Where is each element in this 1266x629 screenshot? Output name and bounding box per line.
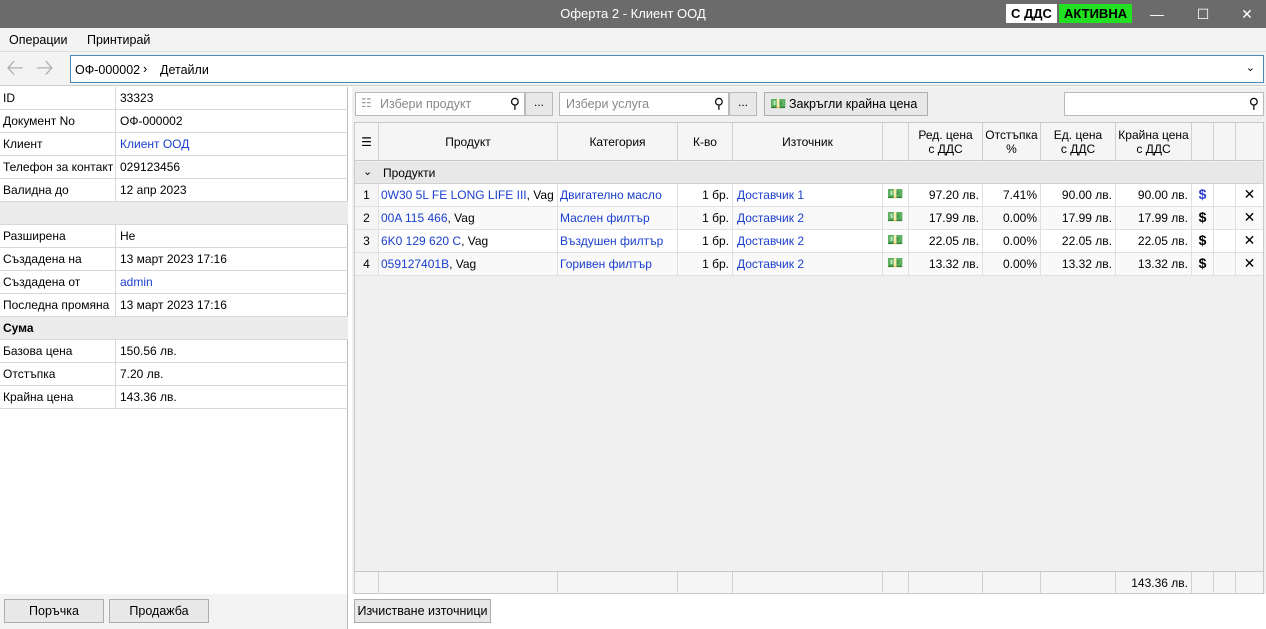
collapse-chevron-icon[interactable]: ⌄ xyxy=(363,165,372,178)
grid-footer: 143.36 лв. xyxy=(355,571,1263,594)
product-link[interactable]: 00A 115 466 xyxy=(381,211,448,225)
col-category[interactable]: Категория xyxy=(558,123,678,161)
detail-row: Отстъпка 7.20 лв. xyxy=(0,363,348,386)
source-link[interactable]: Доставчик 1 xyxy=(733,184,883,206)
delete-icon[interactable]: ✕ xyxy=(1236,207,1263,229)
maximize-button[interactable]: ☐ xyxy=(1180,0,1226,28)
col-source[interactable]: Източник xyxy=(733,123,883,161)
search-icon[interactable]: ⚲ xyxy=(510,95,520,112)
col-unit-price[interactable]: Ед. цена с ДДС xyxy=(1041,123,1116,161)
category-link[interactable]: Въздушен филтър xyxy=(558,230,678,252)
price-tag-icon[interactable]: 💵 xyxy=(883,230,909,252)
dollar-icon[interactable]: $ xyxy=(1192,253,1214,275)
grid-search-input[interactable]: ⚲ xyxy=(1064,92,1264,116)
right-footer: Изчистване източници xyxy=(352,594,1266,629)
detail-row: Базова цена 150.56 лв. xyxy=(0,340,348,363)
order-button[interactable]: Поръчка xyxy=(4,599,104,623)
product-link[interactable]: 0W30 5L FE LONG LIFE III xyxy=(381,188,527,202)
price-tag-icon[interactable]: 💵 xyxy=(883,184,909,206)
service-search-input[interactable]: Избери услуга ⚲ xyxy=(559,92,729,116)
sale-button[interactable]: Продажба xyxy=(109,599,209,623)
menu-print[interactable]: Принтирай xyxy=(87,33,150,47)
money-icon: 💵 xyxy=(770,96,787,111)
chevron-right-icon: › xyxy=(143,61,148,76)
delete-icon[interactable]: ✕ xyxy=(1236,184,1263,206)
product-search-input[interactable]: ☷ Избери продукт ⚲ xyxy=(355,92,525,116)
col-discount[interactable]: Отстъпка % xyxy=(983,123,1041,161)
minimize-button[interactable]: — xyxy=(1134,0,1180,28)
col-action1 xyxy=(1192,123,1214,161)
source-link[interactable]: Доставчик 2 xyxy=(733,207,883,229)
clear-sources-button[interactable]: Изчистване източници xyxy=(354,599,491,623)
table-row[interactable]: 3 6K0 129 620 C, Vag Въздушен филтър 1 б… xyxy=(355,230,1263,253)
detail-row: Крайна цена 143.36 лв. xyxy=(0,386,348,409)
detail-row: Разширена Не xyxy=(0,225,348,248)
category-link[interactable]: Маслен филтър xyxy=(558,207,678,229)
detail-row: Последна промяна 13 март 2023 17:16 xyxy=(0,294,348,317)
dollar-icon[interactable]: $ xyxy=(1192,207,1214,229)
menu-operations[interactable]: Операции xyxy=(9,33,67,47)
table-row[interactable]: 1 0W30 5L FE LONG LIFE III, Vag Двигател… xyxy=(355,184,1263,207)
search-icon[interactable]: ⚲ xyxy=(714,95,724,112)
table-row[interactable]: 2 00A 115 466, Vag Маслен филтър 1 бр. Д… xyxy=(355,207,1263,230)
dollar-icon[interactable]: $ xyxy=(1192,184,1214,206)
barcode-icon: ☷ xyxy=(361,96,372,110)
sum-group-header: Сума xyxy=(0,317,348,340)
dollar-icon[interactable]: $ xyxy=(1192,230,1214,252)
left-footer: Поръчка Продажба xyxy=(0,594,348,629)
products-grid: ☰ Продукт Категория К-во Източник Ред. ц… xyxy=(354,122,1264,594)
column-chooser-icon[interactable]: ☰ xyxy=(355,123,379,161)
detail-row: Създадена от admin xyxy=(0,271,348,294)
service-more-button[interactable]: ... xyxy=(729,92,757,116)
details-panel: ID 33323 Документ No ОФ-000002 Клиент Клиен… xyxy=(0,87,348,594)
detail-row: Телефон за контакт 029123456 xyxy=(0,156,348,179)
col-action3 xyxy=(1236,123,1263,161)
search-icon[interactable]: ⚲ xyxy=(1249,95,1259,112)
col-product[interactable]: Продукт xyxy=(379,123,558,161)
title-bar: Оферта 2 - Клиент ООД С ДДС АКТИВНА — ☐ … xyxy=(0,0,1266,28)
col-icon xyxy=(883,123,909,161)
product-link[interactable]: 6K0 129 620 C xyxy=(381,234,461,248)
round-price-button[interactable]: 💵 Закръгли крайна цена xyxy=(764,92,928,116)
col-price[interactable]: Ред. цена с ДДС xyxy=(909,123,983,161)
delete-icon[interactable]: ✕ xyxy=(1236,230,1263,252)
client-link[interactable]: Клиент ООД xyxy=(115,133,348,155)
group-row-products[interactable]: ⌄ Продукти xyxy=(355,162,1263,184)
breadcrumb-doc[interactable]: ОФ-000002 xyxy=(75,63,140,77)
detail-row: Клиент Клиент ООД xyxy=(0,133,348,156)
detail-row: ID 33323 xyxy=(0,87,348,110)
delete-icon[interactable]: ✕ xyxy=(1236,253,1263,275)
blank-group-row xyxy=(0,202,348,225)
breadcrumb-page[interactable]: Детайли xyxy=(160,63,209,77)
vat-badge: С ДДС xyxy=(1006,4,1057,23)
nav-bar: 🡠 🡢 ОФ-000002 › Детайли ⌄ xyxy=(0,52,1266,86)
col-final-price[interactable]: Крайна цена с ДДС xyxy=(1116,123,1192,161)
col-qty[interactable]: К-во xyxy=(678,123,733,161)
close-window-button[interactable]: ✕ xyxy=(1224,0,1266,28)
forward-arrow-icon[interactable]: 🡢 xyxy=(36,57,54,79)
grand-total: 143.36 лв. xyxy=(1116,572,1192,594)
creator-link[interactable]: admin xyxy=(115,271,348,293)
category-link[interactable]: Горивен филтър xyxy=(558,253,678,275)
source-link[interactable]: Доставчик 2 xyxy=(733,230,883,252)
menu-bar: Операции Принтирай xyxy=(0,28,1266,52)
table-row[interactable]: 4 059127401B, Vag Горивен филтър 1 бр. Д… xyxy=(355,253,1263,276)
back-arrow-icon[interactable]: 🡠 xyxy=(6,57,24,79)
detail-row: Създадена на 13 март 2023 17:16 xyxy=(0,248,348,271)
source-link[interactable]: Доставчик 2 xyxy=(733,253,883,275)
detail-row: Документ No ОФ-000002 xyxy=(0,110,348,133)
col-action2 xyxy=(1214,123,1236,161)
price-tag-icon[interactable]: 💵 xyxy=(883,253,909,275)
price-tag-icon[interactable]: 💵 xyxy=(883,207,909,229)
breadcrumb[interactable]: ОФ-000002 › Детайли ⌄ xyxy=(70,55,1264,83)
product-link[interactable]: 059127401B xyxy=(381,257,449,271)
grid-header: ☰ Продукт Категория К-во Източник Ред. ц… xyxy=(355,123,1263,161)
product-more-button[interactable]: ... xyxy=(525,92,553,116)
status-badge: АКТИВНА xyxy=(1059,4,1133,23)
detail-row: Валидна до 12 апр 2023 xyxy=(0,179,348,202)
chevron-down-icon[interactable]: ⌄ xyxy=(1246,61,1255,74)
category-link[interactable]: Двигателно масло xyxy=(558,184,678,206)
